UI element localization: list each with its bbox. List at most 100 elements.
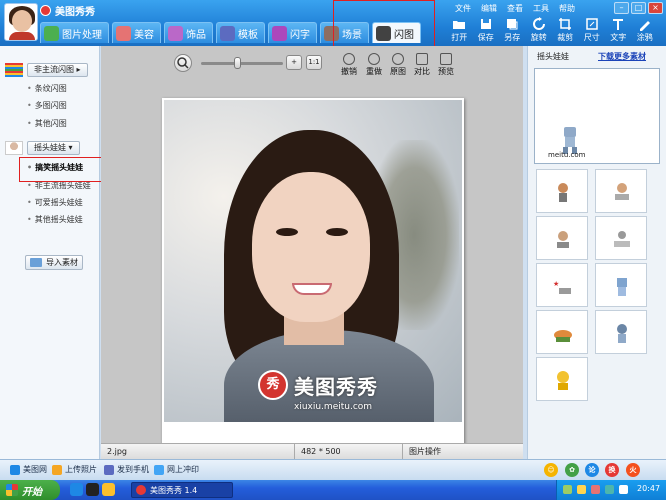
rotate-button[interactable]: 旋转 xyxy=(526,17,553,45)
fire-icon[interactable]: 火 xyxy=(626,463,640,477)
open-button[interactable]: 打开 xyxy=(446,17,473,45)
doodle-icon xyxy=(639,21,650,31)
volume-icon[interactable] xyxy=(577,485,586,494)
redo-button[interactable]: 重做 xyxy=(362,53,386,77)
list-item-other-bobblehead[interactable]: 其他摇头娃娃 xyxy=(27,214,83,225)
save-as-button[interactable]: 另存 xyxy=(499,17,526,45)
category-nonmainstream-button[interactable]: 非主流闪图 ▸ xyxy=(27,63,88,77)
folder-icon[interactable] xyxy=(102,483,115,496)
photo-frame: 秀 美图秀秀 xiuxiu.meitu.com xyxy=(162,98,464,474)
material-thumb[interactable] xyxy=(536,169,588,213)
network-icon[interactable] xyxy=(563,485,572,494)
material-thumb[interactable] xyxy=(595,216,647,260)
text-button[interactable]: 文字 xyxy=(605,17,632,45)
menu-file[interactable]: 文件 xyxy=(455,3,471,14)
minimize-icon[interactable]: – xyxy=(614,2,629,14)
original-button[interactable]: 原图 xyxy=(386,53,410,77)
crop-button[interactable]: 裁剪 xyxy=(552,17,579,45)
material-thumb[interactable] xyxy=(595,263,647,307)
list-item-other-flash[interactable]: 其他闪图 xyxy=(27,118,67,129)
material-thumb[interactable] xyxy=(595,169,647,213)
material-thumb[interactable] xyxy=(595,310,647,354)
preview-button[interactable]: 预览 xyxy=(434,53,458,77)
menu-help[interactable]: 帮助 xyxy=(559,3,575,14)
toolbar: 打开 保存 另存 旋转 裁剪 尺寸 文字 涂鸦 xyxy=(446,17,658,45)
gift-icon[interactable]: ✿ xyxy=(565,463,579,477)
security-icon[interactable] xyxy=(605,485,614,494)
smile-icon[interactable]: ☺ xyxy=(544,463,558,477)
upload-photo-link[interactable]: 上传照片 xyxy=(52,464,97,475)
material-thumb[interactable] xyxy=(536,357,588,401)
category-bobblehead-button[interactable]: 摇头娃娃 ▾ xyxy=(27,141,80,155)
zoom-in-button[interactable]: + xyxy=(286,55,302,70)
phone-icon xyxy=(104,464,114,475)
qq-icon[interactable] xyxy=(86,483,99,496)
material-thumb[interactable]: ★ xyxy=(536,263,588,307)
actual-size-button[interactable]: 1:1 xyxy=(306,55,322,70)
start-button[interactable]: 开始 xyxy=(0,480,60,500)
zoom-slider-thumb[interactable] xyxy=(234,57,241,69)
zoom-slider[interactable] xyxy=(201,57,283,69)
print-icon xyxy=(154,464,164,475)
text-icon xyxy=(613,19,624,30)
skin-icon[interactable]: 换 xyxy=(605,463,619,477)
bobblehead-thumb-icon: ★ xyxy=(553,280,571,294)
svg-text:★: ★ xyxy=(553,280,559,288)
list-item-cute-bobblehead[interactable]: 可爱摇头娃娃 xyxy=(27,197,83,208)
tab-template[interactable]: 模板 xyxy=(216,22,265,43)
list-item-multi-flash[interactable]: 多图闪图 xyxy=(27,100,67,111)
tab-image-edit[interactable]: 图片处理 xyxy=(40,22,109,43)
meitu-icon xyxy=(10,464,20,475)
zoom-out-button[interactable] xyxy=(174,54,192,72)
send-to-phone-link[interactable]: 发到手机 xyxy=(104,464,149,475)
windows-taskbar: 开始 美图秀秀 1.4 20:47 xyxy=(0,480,666,500)
compare-button[interactable]: 对比 xyxy=(410,53,434,77)
save-button[interactable]: 保存 xyxy=(473,17,500,45)
material-thumb[interactable] xyxy=(536,310,588,354)
template-icon xyxy=(220,25,235,41)
flash-text-icon xyxy=(272,25,287,41)
taskbar-item-meitu[interactable]: 美图秀秀 1.4 xyxy=(131,482,233,498)
bobblehead-thumb-icon xyxy=(617,324,627,343)
list-item-funny-bobblehead[interactable]: 搞笑摇头娃娃 xyxy=(27,162,83,173)
download-more-link[interactable]: 下载更多素材 xyxy=(598,51,646,62)
menu-view[interactable]: 查看 xyxy=(507,3,523,14)
status-mode: 图片操作 xyxy=(409,447,441,456)
menu-tools[interactable]: 工具 xyxy=(533,3,549,14)
resize-button[interactable]: 尺寸 xyxy=(579,17,606,45)
material-thumb[interactable] xyxy=(536,216,588,260)
tab-accessory[interactable]: 饰品 xyxy=(164,22,213,43)
list-item-stripe-flash[interactable]: 条纹闪图 xyxy=(27,83,67,94)
undo-button[interactable]: 撤销 xyxy=(337,53,361,77)
watermark: 秀 美图秀秀 xyxy=(258,370,378,400)
canvas-area: + 1:1 撤销 重做 原图 对比 预览 秀 美图秀秀 xiuxiu.meitu… xyxy=(101,46,523,474)
ie-icon[interactable] xyxy=(70,483,83,496)
doodle-button[interactable]: 涂鸦 xyxy=(632,17,659,45)
update-icon[interactable] xyxy=(619,485,628,494)
menu-bar: 文件 编辑 查看 工具 帮助 xyxy=(455,3,575,14)
online-print-link[interactable]: 网上冲印 xyxy=(154,464,199,475)
accessory-icon xyxy=(168,25,183,41)
close-icon[interactable]: × xyxy=(648,2,663,14)
tab-flash-image[interactable]: 闪图 xyxy=(372,22,421,43)
meitu-site-link[interactable]: 美图网 xyxy=(10,464,47,475)
tab-flash-text[interactable]: 闪字 xyxy=(268,22,317,43)
ime-icon[interactable] xyxy=(591,485,600,494)
left-category-panel: 非主流闪图 ▸ 条纹闪图 多图闪图 其他闪图 摇头娃娃 ▾ 搞笑摇头娃娃 非主流… xyxy=(0,46,100,459)
tab-beauty[interactable]: 美容 xyxy=(112,22,161,43)
app-title: 美图秀秀 xyxy=(40,3,95,18)
bobblehead-thumb-icon xyxy=(557,231,569,248)
maximize-icon[interactable]: □ xyxy=(631,2,646,14)
title-bar: 美图秀秀 文件 编辑 查看 工具 帮助 – □ × 图片处理 美容 饰品 模板 … xyxy=(0,0,666,46)
tab-scene[interactable]: 场景 xyxy=(320,22,369,43)
preview-icon xyxy=(440,53,452,65)
import-material-button[interactable]: 导入素材 xyxy=(25,255,83,270)
list-item-nonmainstream-bobblehead[interactable]: 非主流摇头娃娃 xyxy=(27,180,91,191)
forum-icon[interactable]: 论 xyxy=(585,463,599,477)
photo-canvas[interactable]: 秀 美图秀秀 xiuxiu.meitu.com xyxy=(164,100,462,422)
menu-edit[interactable]: 编辑 xyxy=(481,3,497,14)
beauty-icon xyxy=(116,25,131,41)
watermark-url: xiuxiu.meitu.com xyxy=(294,402,373,412)
clock: 20:47 xyxy=(637,484,661,493)
magnifier-icon xyxy=(177,57,189,69)
